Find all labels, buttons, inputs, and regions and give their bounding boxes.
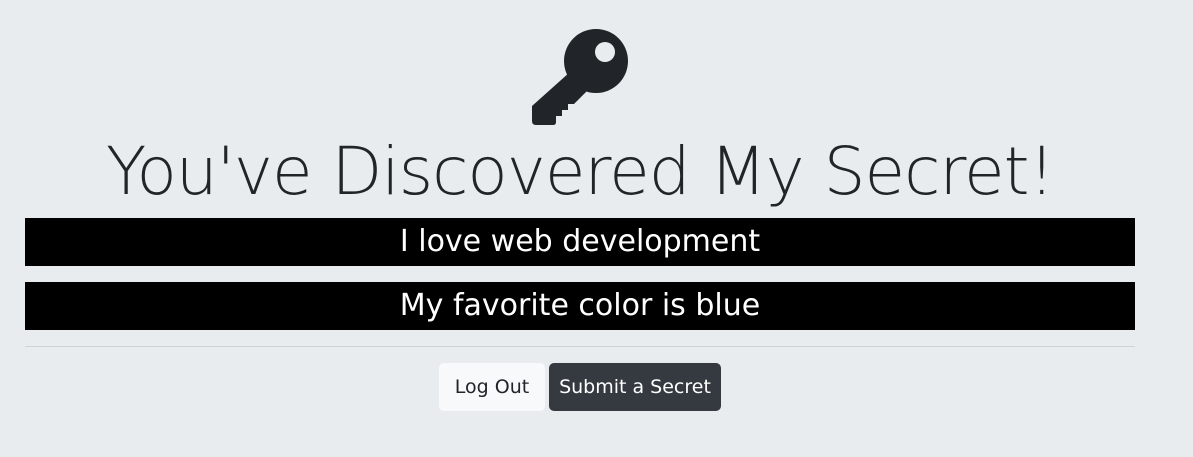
- key-icon: [530, 27, 630, 125]
- secret-text: My favorite color is blue: [25, 282, 1135, 330]
- divider: [25, 346, 1135, 347]
- page-title: You've Discovered My Secret!: [106, 133, 1055, 210]
- submit-secret-button[interactable]: Submit a Secret: [549, 363, 721, 411]
- secret-text: I love web development: [25, 218, 1135, 266]
- logout-button[interactable]: Log Out: [439, 363, 545, 411]
